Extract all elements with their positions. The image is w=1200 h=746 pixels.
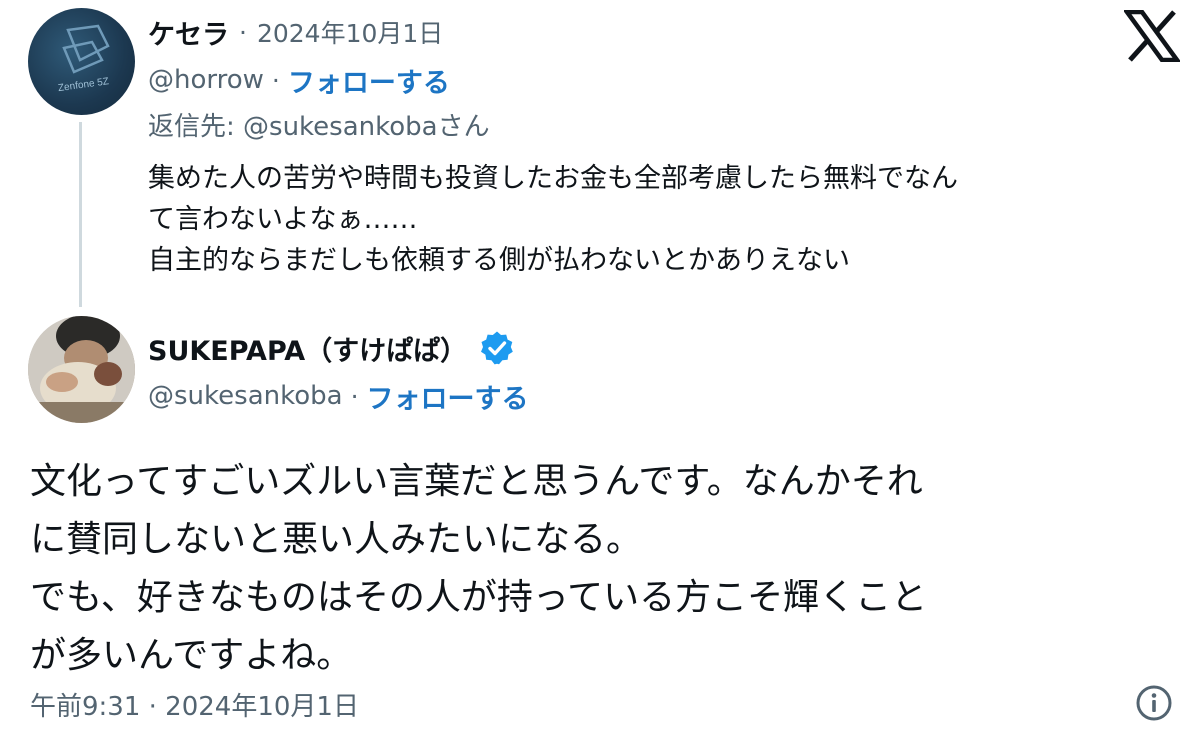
parent-text-line: 自主的ならまだしも依頼する側が払わないとかありえない <box>148 245 850 276</box>
main-text-line: に賛同しないと悪い人みたいになる。 <box>30 519 643 560</box>
handle-separator: · <box>271 65 280 95</box>
tweet-timestamp[interactable]: 午前9:31 · 2024年10月1日 <box>30 686 359 723</box>
header-separator: · <box>239 17 247 47</box>
x-logo-icon[interactable] <box>1124 10 1180 62</box>
main-display-name[interactable]: SUKEPAPA（すけぱぱ） <box>148 329 467 368</box>
svg-text:Zenfone 5Z: Zenfone 5Z <box>57 76 109 94</box>
main-text-line: が多いんですよね。 <box>30 635 353 676</box>
handle-separator: · <box>350 381 359 411</box>
info-icon[interactable] <box>1134 683 1174 723</box>
zenfone-logo-icon: Zenfone 5Z <box>57 24 110 94</box>
parent-text-line: 集めた人の苦労や時間も投資したお金も全部考慮したら無料でなん <box>148 163 958 194</box>
main-handle[interactable]: @sukesankoba <box>148 381 343 411</box>
verified-badge-icon[interactable] <box>479 330 515 366</box>
main-text-line: 文化ってすごいズルい言葉だと思うんです。なんかそれ <box>30 461 923 502</box>
main-handle-row: @sukesankoba · フォローする <box>148 376 529 416</box>
parent-avatar[interactable]: Zenfone 5Z <box>28 8 135 115</box>
parent-header: ケセラ · 2024年10月1日 <box>148 12 443 52</box>
follow-button-main[interactable]: フォローする <box>367 377 529 416</box>
parent-handle-row: @horrow · フォローする <box>148 60 450 100</box>
main-text-line: でも、好きなものはその人が持っている方こそ輝くこと <box>30 577 928 618</box>
main-avatar[interactable] <box>28 316 135 423</box>
parent-display-name[interactable]: ケセラ <box>148 13 229 52</box>
parent-text-line: て言わないよなぁ…… <box>148 204 418 235</box>
main-tweet-text: 文化ってすごいズルい言葉だと思うんです。なんかそれ に賛同しないと悪い人みたいに… <box>30 453 1180 685</box>
follow-button-parent[interactable]: フォローする <box>288 61 450 100</box>
reply-to-label[interactable]: 返信先: @sukesankobaさん <box>148 106 490 143</box>
main-header: SUKEPAPA（すけぱぱ） <box>148 326 515 370</box>
parent-tweet-text: 集めた人の苦労や時間も投資したお金も全部考慮したら無料でなん て言わないよなぁ…… <box>148 158 1158 281</box>
parent-handle[interactable]: @horrow <box>148 65 264 95</box>
avatar-photo <box>28 316 135 423</box>
thread-connector-line <box>79 122 82 307</box>
parent-date[interactable]: 2024年10月1日 <box>257 14 443 50</box>
